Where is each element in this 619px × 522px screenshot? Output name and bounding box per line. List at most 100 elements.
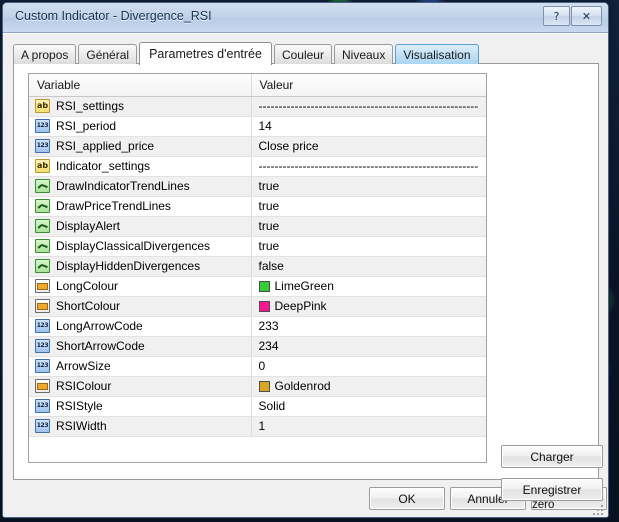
cell-variable[interactable]: RSIWidth [29,416,251,436]
cell-variable[interactable]: RSI_applied_price [29,136,251,156]
grip-dot [601,509,603,511]
cell-valeur[interactable]: Close price [251,136,486,156]
parameters-table-container[interactable]: Variable Valeur RSI_settings ------------… [28,73,487,463]
boolean-icon [35,219,50,233]
table-row[interactable]: DisplayHiddenDivergencesfalse [29,256,486,276]
cell-variable[interactable]: RSIStyle [29,396,251,416]
cell-variable[interactable]: DisplayAlert [29,216,251,236]
table-row[interactable]: ShortColour DeepPink [29,296,486,316]
cell-valeur[interactable]: true [251,196,486,216]
table-row[interactable]: Indicator_settings ----------------------… [29,156,486,176]
ok-button[interactable]: OK [369,487,445,510]
table-row[interactable]: RSI_applied_price Close price [29,136,486,156]
variable-cell-content: RSI_period [35,119,251,133]
cell-valeur[interactable]: LimeGreen [251,276,486,296]
cell-valeur[interactable]: ----------------------------------------… [251,96,486,116]
charger-button[interactable]: Charger [501,445,603,468]
resize-grip-icon[interactable] [593,505,605,517]
cell-variable[interactable]: RSI_settings [29,96,251,116]
variable-cell-content: RSI_settings [35,99,251,113]
cell-valeur[interactable]: 1 [251,416,486,436]
tab-visualisation[interactable]: Visualisation [395,44,478,64]
value-cell-content: true [259,179,487,193]
table-row[interactable]: RSIColour Goldenrod [29,376,486,396]
cell-valeur[interactable]: Goldenrod [251,376,486,396]
variable-cell-content: ShortColour [35,299,251,313]
cell-valeur[interactable]: 234 [251,336,486,356]
table-row[interactable]: ArrowSize 0 [29,356,486,376]
cell-valeur[interactable]: false [251,256,486,276]
cell-variable[interactable]: ArrowSize [29,356,251,376]
table-row[interactable]: DrawPriceTrendLines true [29,196,486,216]
value-cell-content: Close price [259,139,487,153]
cell-valeur[interactable]: DeepPink [251,296,486,316]
variable-name: RSI_applied_price [56,139,154,153]
table-row[interactable]: DisplayAlert true [29,216,486,236]
number-icon [35,319,50,333]
cell-variable[interactable]: ShortColour [29,296,251,316]
cell-variable[interactable]: DrawIndicatorTrendLines [29,176,251,196]
grip-dot [593,513,595,515]
table-row[interactable]: DisplayClassicalDivergencestrue [29,236,486,256]
cell-valeur[interactable]: true [251,236,486,256]
tab-a-propos[interactable]: A propos [13,44,76,64]
cell-valeur[interactable]: Solid [251,396,486,416]
variable-name: ShortColour [56,299,120,313]
variable-cell-content: DisplayHiddenDivergences [35,259,251,273]
cell-variable[interactable]: DrawPriceTrendLines [29,196,251,216]
cell-valeur[interactable]: true [251,176,486,196]
cell-variable[interactable]: Indicator_settings [29,156,251,176]
value-text: true [259,219,280,233]
help-icon[interactable]: ? [543,6,570,26]
variable-name: RSI_settings [56,99,124,113]
number-icon [35,119,50,133]
value-text: 234 [259,339,279,353]
variable-name: Indicator_settings [56,159,150,173]
cell-valeur[interactable]: true [251,216,486,236]
column-header-valeur[interactable]: Valeur [251,74,486,96]
table-row[interactable]: LongArrowCode233 [29,316,486,336]
close-icon[interactable]: ✕ [571,6,602,26]
enregistrer-button[interactable]: Enregistrer [501,478,603,501]
parameters-table: Variable Valeur RSI_settings ------------… [29,74,486,437]
boolean-icon [35,239,50,253]
variable-name: RSIColour [56,379,111,393]
tab-niveaux[interactable]: Niveaux [334,44,393,64]
cell-valeur[interactable]: 233 [251,316,486,336]
tab-general[interactable]: Général [78,44,137,64]
cell-variable[interactable]: LongColour [29,276,251,296]
variable-cell-content: RSI_applied_price [35,139,251,153]
cell-valeur[interactable]: 14 [251,116,486,136]
cell-variable[interactable]: DisplayClassicalDivergences [29,236,251,256]
cell-valeur[interactable]: 0 [251,356,486,376]
value-cell-content: Goldenrod [259,379,487,393]
table-row[interactable]: RSIStyleSolid [29,396,486,416]
variable-cell-content: DrawPriceTrendLines [35,199,251,213]
cell-variable[interactable]: RSI_period [29,116,251,136]
number-icon [35,139,50,153]
cell-variable[interactable]: RSIColour [29,376,251,396]
cell-variable[interactable]: DisplayHiddenDivergences [29,256,251,276]
colour-swatch [259,281,270,292]
variable-name: DrawPriceTrendLines [56,199,171,213]
value-text: Goldenrod [275,379,331,393]
cell-variable[interactable]: LongArrowCode [29,316,251,336]
variable-name: ArrowSize [56,359,111,373]
table-row[interactable]: DrawIndicatorTrendLines true [29,176,486,196]
number-icon [35,359,50,373]
cell-valeur[interactable]: ----------------------------------------… [251,156,486,176]
variable-name: RSI_period [56,119,116,133]
table-row[interactable]: RSI_settings ----------------------------… [29,96,486,116]
value-cell-content: ----------------------------------------… [259,99,487,113]
number-icon [35,399,50,413]
column-header-variable[interactable]: Variable [29,74,251,96]
table-row[interactable]: ShortArrowCode 234 [29,336,486,356]
value-text: 1 [259,419,266,433]
cell-variable[interactable]: ShortArrowCode [29,336,251,356]
table-row[interactable]: RSI_period 14 [29,116,486,136]
table-row[interactable]: LongColourLimeGreen [29,276,486,296]
table-row[interactable]: RSIWidth 1 [29,416,486,436]
tab-parametres-d-entree[interactable]: Parametres d'entrée [139,42,272,65]
tab-couleur[interactable]: Couleur [274,44,332,64]
title-bar[interactable]: Custom Indicator - Divergence_RSI ? ✕ [3,3,608,33]
